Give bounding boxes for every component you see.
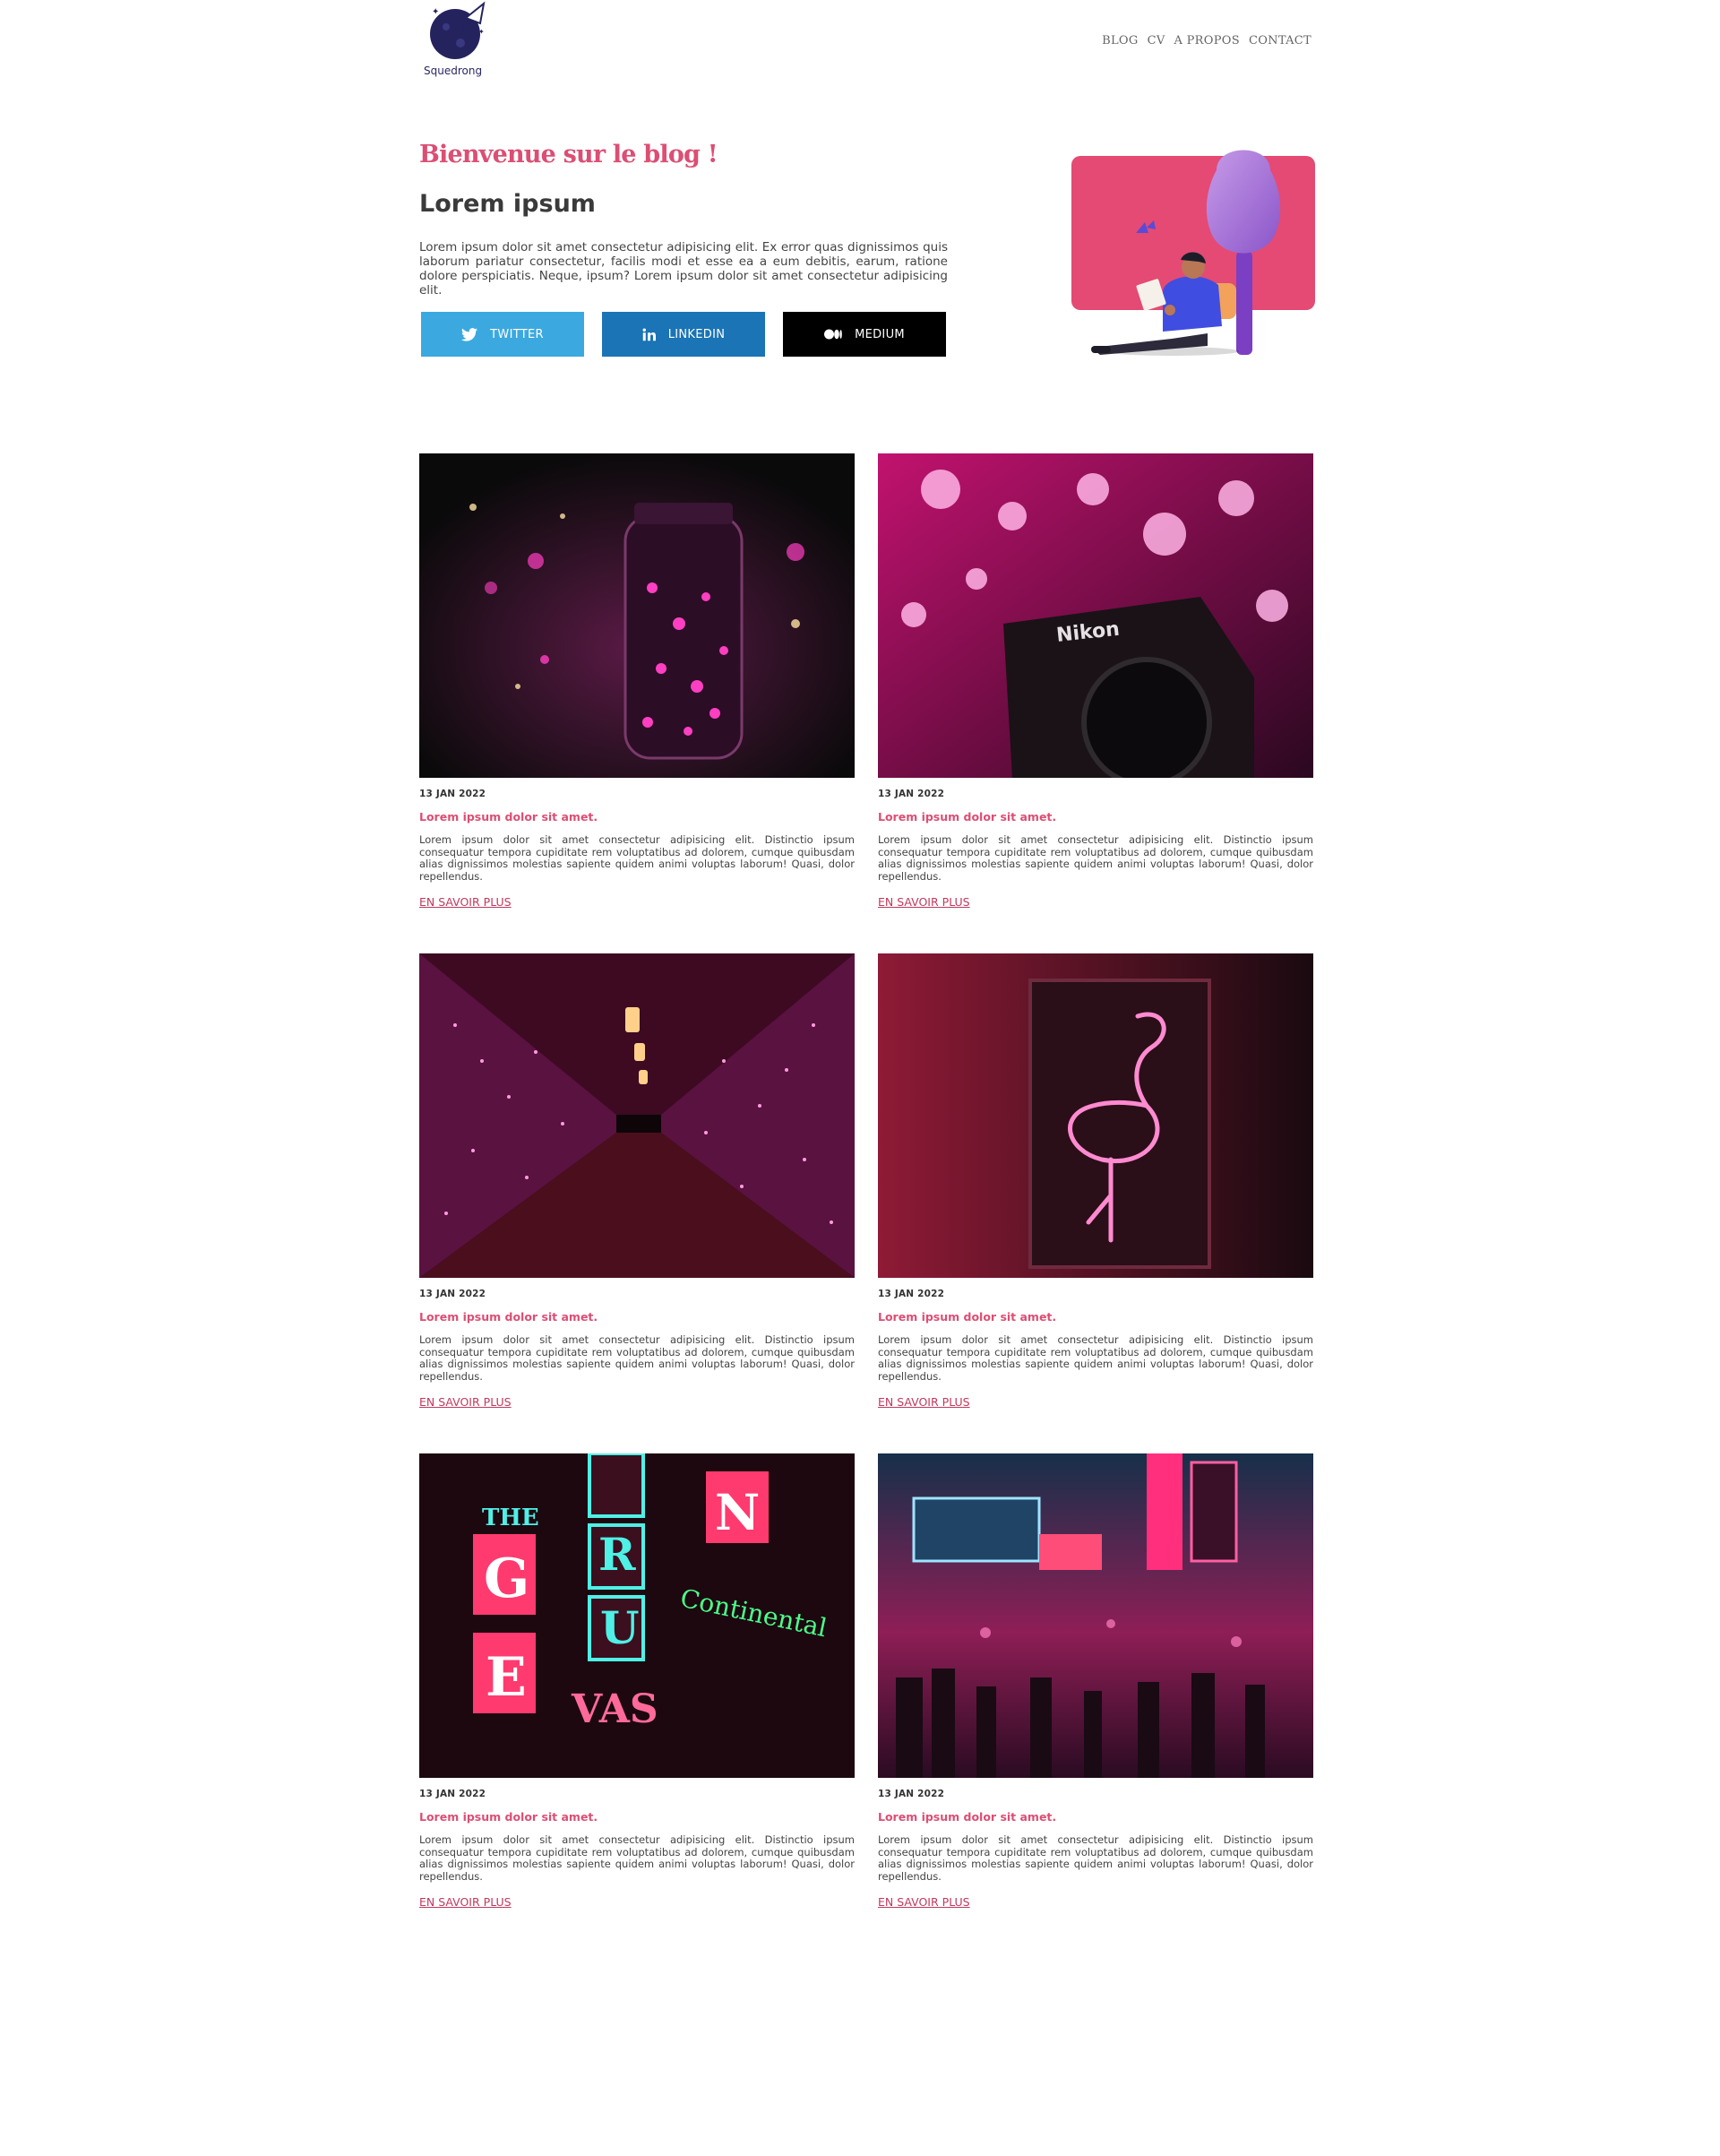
svg-text:✦: ✦ bbox=[478, 28, 485, 36]
medium-label: MEDIUM bbox=[855, 327, 905, 341]
read-more-link[interactable]: EN SAVOIR PLUS bbox=[419, 1395, 512, 1409]
nav-a-propos[interactable]: A PROPOS bbox=[1174, 34, 1240, 47]
svg-text:THE: THE bbox=[482, 1505, 539, 1531]
planet-rocket-icon: ✦ ✦ bbox=[430, 1, 486, 59]
post-excerpt: Lorem ipsum dolor sit amet consectetur a… bbox=[419, 1333, 855, 1383]
reading-person-illustration bbox=[1071, 150, 1315, 356]
twitter-button[interactable]: TWITTER bbox=[421, 312, 584, 357]
site-logo[interactable]: ✦ ✦ Squedrong bbox=[419, 0, 500, 85]
read-more-link[interactable]: EN SAVOIR PLUS bbox=[878, 895, 970, 909]
twitter-label: TWITTER bbox=[490, 327, 544, 341]
post-card: 13 JAN 2022 Lorem ipsum dolor sit amet. … bbox=[419, 453, 855, 910]
post-date: 13 JAN 2022 bbox=[878, 1789, 945, 1799]
post-excerpt: Lorem ipsum dolor sit amet consectetur a… bbox=[419, 833, 855, 883]
post-date: 13 JAN 2022 bbox=[419, 1289, 486, 1299]
post-date: 13 JAN 2022 bbox=[878, 1289, 945, 1299]
read-more-link[interactable]: EN SAVOIR PLUS bbox=[878, 1895, 970, 1909]
post-date: 13 JAN 2022 bbox=[419, 789, 486, 799]
post-title[interactable]: Lorem ipsum dolor sit amet. bbox=[419, 1810, 855, 1824]
medium-icon bbox=[824, 329, 842, 340]
svg-text:VAS: VAS bbox=[571, 1686, 658, 1732]
post-excerpt: Lorem ipsum dolor sit amet consectetur a… bbox=[419, 1833, 855, 1883]
welcome-heading: Bienvenue sur le blog ! bbox=[419, 141, 718, 168]
read-more-link[interactable]: EN SAVOIR PLUS bbox=[419, 1895, 512, 1909]
post-date: 13 JAN 2022 bbox=[419, 1789, 486, 1799]
post-card: G E R U N THE VAS Continental 13 JAN 202… bbox=[419, 1453, 855, 1910]
nav-blog[interactable]: BLOG bbox=[1102, 34, 1138, 47]
svg-text:E: E bbox=[486, 1646, 527, 1709]
post-card: Nikon 13 JAN 2022 Lorem ipsum dolor sit … bbox=[878, 453, 1313, 910]
nav-contact[interactable]: CONTACT bbox=[1249, 34, 1312, 47]
twitter-icon bbox=[461, 327, 478, 341]
main-nav: BLOG CV A PROPOS CONTACT bbox=[1102, 34, 1312, 47]
hero-title: Lorem ipsum bbox=[419, 190, 596, 218]
linkedin-button[interactable]: LINKEDIN bbox=[602, 312, 765, 357]
post-title[interactable]: Lorem ipsum dolor sit amet. bbox=[878, 1810, 1313, 1824]
neon-flamingo-photo[interactable] bbox=[878, 953, 1313, 1278]
read-more-link[interactable]: EN SAVOIR PLUS bbox=[878, 1395, 970, 1409]
post-card: 13 JAN 2022 Lorem ipsum dolor sit amet. … bbox=[419, 953, 855, 1410]
nikon-camera-bokeh-photo[interactable]: Nikon bbox=[878, 453, 1313, 778]
svg-text:U: U bbox=[600, 1601, 640, 1654]
post-excerpt: Lorem ipsum dolor sit amet consectetur a… bbox=[878, 1833, 1313, 1883]
post-title[interactable]: Lorem ipsum dolor sit amet. bbox=[878, 1310, 1313, 1324]
svg-text:✦: ✦ bbox=[432, 7, 439, 17]
svg-text:R: R bbox=[598, 1528, 636, 1581]
jar-fairy-lights-photo[interactable] bbox=[419, 453, 855, 778]
post-date: 13 JAN 2022 bbox=[878, 789, 945, 799]
post-title[interactable]: Lorem ipsum dolor sit amet. bbox=[419, 1310, 855, 1324]
post-card: 13 JAN 2022 Lorem ipsum dolor sit amet. … bbox=[878, 953, 1313, 1410]
lit-corridor-photo[interactable] bbox=[419, 953, 855, 1278]
neon-street-photo[interactable] bbox=[878, 1453, 1313, 1778]
neon-signs-photo[interactable]: G E R U N THE VAS Continental bbox=[419, 1453, 855, 1778]
linkedin-label: LINKEDIN bbox=[667, 327, 726, 341]
post-title[interactable]: Lorem ipsum dolor sit amet. bbox=[419, 810, 855, 824]
medium-button[interactable]: MEDIUM bbox=[783, 312, 946, 357]
svg-text:G: G bbox=[484, 1548, 529, 1610]
post-title[interactable]: Lorem ipsum dolor sit amet. bbox=[878, 810, 1313, 824]
logo-text: Squedrong bbox=[424, 65, 483, 77]
hero-text: Lorem ipsum dolor sit amet consectetur a… bbox=[419, 240, 948, 298]
svg-text:N: N bbox=[715, 1483, 760, 1541]
nav-cv[interactable]: CV bbox=[1148, 34, 1165, 47]
post-card: 13 JAN 2022 Lorem ipsum dolor sit amet. … bbox=[878, 1453, 1313, 1910]
post-excerpt: Lorem ipsum dolor sit amet consectetur a… bbox=[878, 833, 1313, 883]
read-more-link[interactable]: EN SAVOIR PLUS bbox=[419, 895, 512, 909]
linkedin-icon bbox=[642, 328, 656, 341]
post-excerpt: Lorem ipsum dolor sit amet consectetur a… bbox=[878, 1333, 1313, 1383]
